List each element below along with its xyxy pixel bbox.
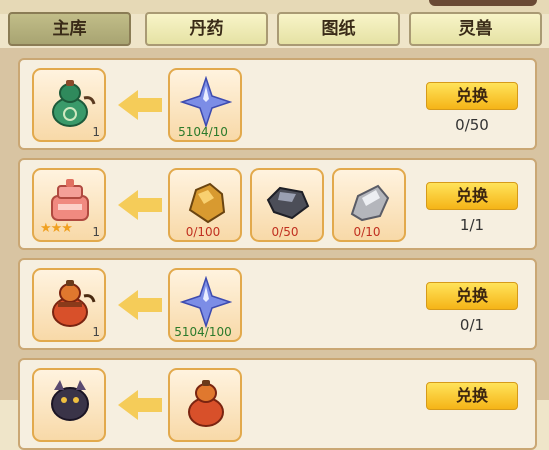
material-slot[interactable]: 0/100 xyxy=(168,168,242,242)
dark-ore-icon xyxy=(266,186,310,220)
exchange-progress: 1/1 xyxy=(459,216,485,234)
target-item-slot[interactable]: 1 xyxy=(32,68,106,142)
target-qty: 1 xyxy=(92,125,100,139)
target-item-slot[interactable] xyxy=(32,368,106,442)
exchange-row: 1 5104/100 兑换 0/1 xyxy=(18,258,537,350)
exchange-button[interactable]: 兑换 xyxy=(426,282,518,310)
arrow-left-icon xyxy=(118,390,162,420)
material-slot[interactable]: 5104/10 xyxy=(168,68,242,142)
exchange-button[interactable]: 兑换 xyxy=(426,82,518,110)
arrow-left-icon xyxy=(118,290,162,320)
exchange-row: 兑换 xyxy=(18,358,537,450)
exchange-button[interactable]: 兑换 xyxy=(426,382,518,410)
material-slot[interactable]: 0/50 xyxy=(250,168,324,242)
arrow-left-icon xyxy=(118,190,162,220)
material-count: 0/10 xyxy=(353,225,381,239)
tab-main-library[interactable]: 主库 xyxy=(8,12,131,46)
exchange-progress: 0/50 xyxy=(455,116,489,134)
gold-ore-icon xyxy=(188,182,226,224)
exchange-row: 1 5104/10 兑换 0/50 xyxy=(18,58,537,150)
tab-blueprints[interactable]: 图纸 xyxy=(277,12,400,46)
target-item-slot[interactable]: 1 xyxy=(32,268,106,342)
top-corner-panel xyxy=(429,0,537,6)
dark-beast-icon xyxy=(51,380,89,421)
tab-pills[interactable]: 丹药 xyxy=(145,12,268,46)
exchange-progress: 0/1 xyxy=(459,316,485,334)
exchange-row: ★★★ 1 0/100 0/50 0/10 兑换 1/1 xyxy=(18,158,537,250)
material-count: 0/100 xyxy=(185,225,221,239)
material-count: 5104/10 xyxy=(178,125,228,139)
material-slot[interactable]: 5104/100 xyxy=(168,268,242,342)
target-qty: 1 xyxy=(92,325,100,339)
exchange-button[interactable]: 兑换 xyxy=(426,182,518,210)
red-gourd-icon xyxy=(188,380,224,427)
target-qty: 1 xyxy=(92,225,100,239)
category-tabs: 主库 丹药 图纸 灵兽 xyxy=(8,12,543,48)
arrow-left-icon xyxy=(118,90,162,120)
material-count: 0/50 xyxy=(271,225,299,239)
exchange-list: 1 5104/10 兑换 0/50 ★★★ 1 0/100 0/50 0/10 … xyxy=(0,48,549,450)
star-rating: ★★★ xyxy=(40,221,73,236)
red-gourd-icon xyxy=(52,280,96,327)
material-slot[interactable]: 0/10 xyxy=(332,168,406,242)
blue-crystal-icon xyxy=(180,276,232,328)
silver-ore-icon xyxy=(350,184,390,222)
material-count: 5104/100 xyxy=(174,325,232,339)
target-item-slot[interactable]: ★★★ 1 xyxy=(32,168,106,242)
tab-spirit-beasts[interactable]: 灵兽 xyxy=(409,12,542,46)
material-slot[interactable] xyxy=(168,368,242,442)
green-gourd-icon xyxy=(52,80,96,127)
blue-crystal-icon xyxy=(180,76,232,128)
